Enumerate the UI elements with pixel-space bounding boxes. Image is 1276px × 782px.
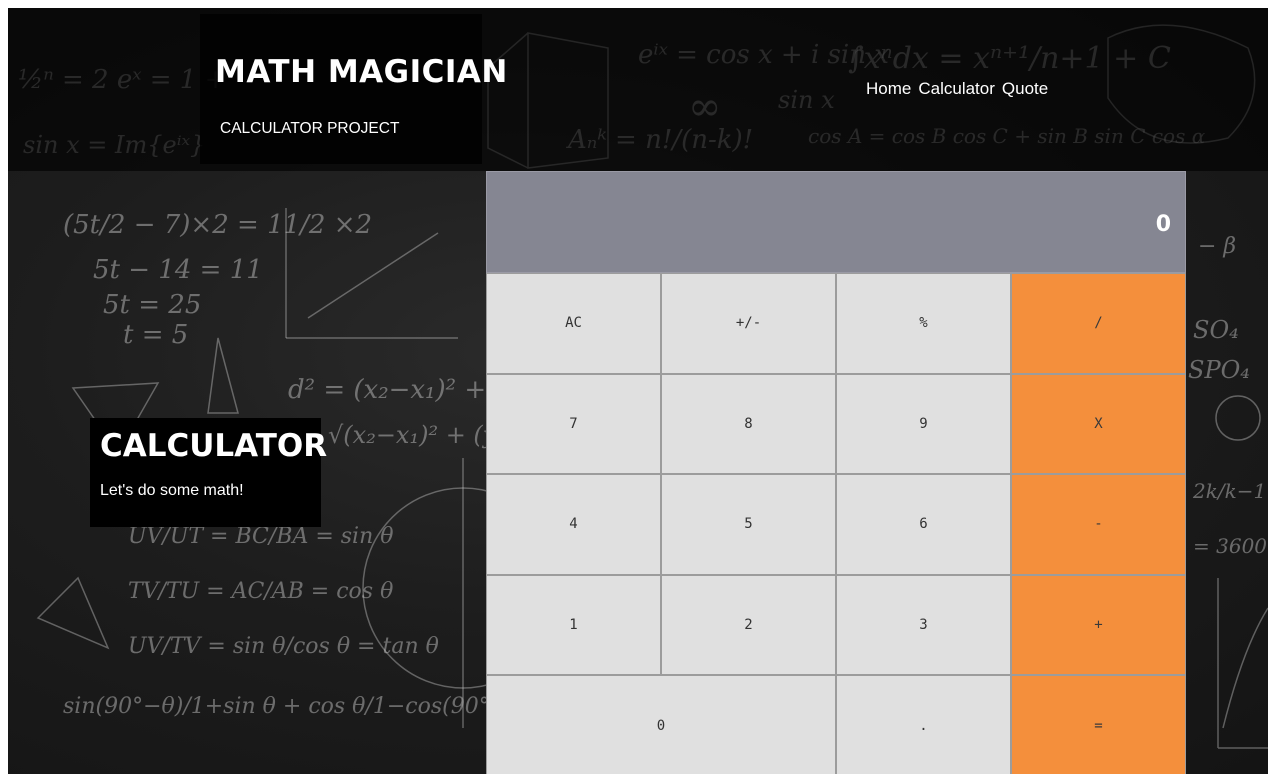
svg-text:UV/UT = BC/BA = sin θ: UV/UT = BC/BA = sin θ (128, 524, 394, 549)
key-1[interactable]: 1 (486, 574, 661, 676)
svg-text:− β: − β (1198, 234, 1236, 259)
key-subtract[interactable]: - (1011, 474, 1186, 575)
key-multiply[interactable]: X (1011, 373, 1186, 475)
svg-text:(5t/2 − 7)×2 = 11/2 ×2: (5t/2 − 7)×2 = 11/2 ×2 (63, 210, 372, 240)
calculator-display: 0 (486, 171, 1186, 273)
svg-text:t = 5: t = 5 (123, 320, 188, 350)
key-2[interactable]: 2 (661, 574, 836, 676)
key-4[interactable]: 4 (486, 474, 661, 575)
site-header: MATH MAGICIAN CALCULATOR PROJECT Home Ca… (8, 8, 1268, 171)
calculator-keypad: AC +/- % / 7 8 9 X 4 5 6 - 1 2 3 + 0 . = (486, 273, 1186, 774)
key-divide[interactable]: / (1011, 273, 1186, 374)
calculator: 0 AC +/- % / 7 8 9 X 4 5 6 - 1 2 3 + 0 .… (486, 171, 1186, 774)
svg-text:SPO₄: SPO₄ (1188, 356, 1250, 384)
key-toggle-sign[interactable]: +/- (661, 273, 836, 374)
site-title: MATH MAGICIAN (215, 54, 508, 90)
intro-subtitle: Let's do some math! (100, 482, 244, 499)
key-0[interactable]: 0 (486, 675, 836, 774)
key-5[interactable]: 5 (661, 474, 836, 575)
nav-link-home[interactable]: Home (866, 79, 911, 99)
svg-text:TV/TU = AC/AB = cos θ: TV/TU = AC/AB = cos θ (128, 579, 393, 604)
key-6[interactable]: 6 (836, 474, 1011, 575)
intro-title: CALCULATOR (100, 428, 328, 464)
display-value: 0 (1155, 212, 1171, 237)
key-percent[interactable]: % (836, 273, 1011, 374)
svg-text:2k/k−1 V.P.: 2k/k−1 V.P. (1192, 479, 1268, 503)
key-7[interactable]: 7 (486, 373, 661, 475)
svg-text:5t = 25: 5t = 25 (103, 290, 201, 320)
key-equals[interactable]: = (1011, 675, 1186, 774)
page-background: ½ⁿ = 2 eˣ = 1 + sin x = Im{eⁱˣ} eⁱˣ = co… (8, 8, 1268, 774)
svg-text:SO₄: SO₄ (1193, 316, 1239, 344)
key-clear[interactable]: AC (486, 273, 661, 374)
site-subtitle: CALCULATOR PROJECT (220, 120, 400, 137)
brand-block: MATH MAGICIAN CALCULATOR PROJECT (200, 14, 507, 164)
intro-card: CALCULATOR Let's do some math! (90, 418, 327, 527)
svg-text:UV/TV = sin θ/cos θ = tan θ: UV/TV = sin θ/cos θ = tan θ (128, 634, 439, 659)
main-nav: Home Calculator Quote (866, 79, 1055, 99)
nav-link-calculator[interactable]: Calculator (918, 79, 995, 99)
nav-link-quote[interactable]: Quote (1002, 79, 1048, 99)
key-3[interactable]: 3 (836, 574, 1011, 676)
key-9[interactable]: 9 (836, 373, 1011, 475)
key-add[interactable]: + (1011, 574, 1186, 676)
key-decimal[interactable]: . (836, 675, 1011, 774)
key-8[interactable]: 8 (661, 373, 836, 475)
svg-text:5t − 14 = 11: 5t − 14 = 11 (93, 255, 263, 285)
svg-text:= 3600: = 3600 (1193, 534, 1267, 558)
